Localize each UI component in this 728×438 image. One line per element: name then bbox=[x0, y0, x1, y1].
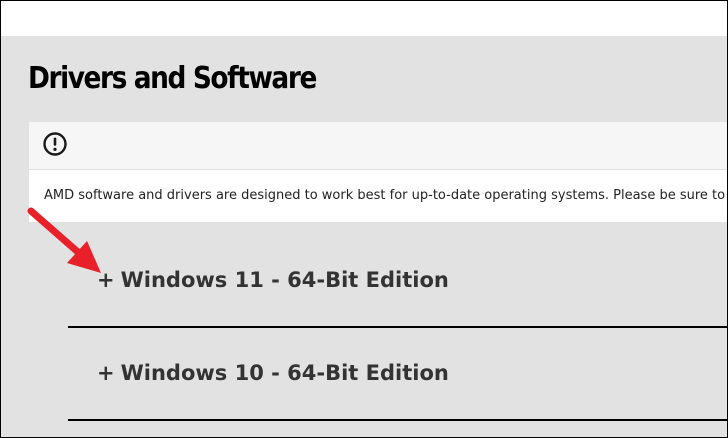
accordion-label: + Windows 11 - 64-Bit Edition bbox=[97, 268, 449, 292]
page-title: Drivers and Software bbox=[28, 61, 317, 96]
accordion-windows-10-64bit[interactable]: + Windows 10 - 64-Bit Edition bbox=[68, 345, 727, 421]
notice-text: AMD software and drivers are designed to… bbox=[44, 188, 726, 203]
plus-icon: + bbox=[97, 361, 115, 385]
red-arrow-annotation bbox=[27, 207, 101, 273]
accordion-label-text: Windows 10 - 64-Bit Edition bbox=[120, 361, 449, 385]
accordion-windows-11-64bit[interactable]: + Windows 11 - 64-Bit Edition bbox=[68, 252, 727, 328]
top-strip bbox=[1, 1, 727, 36]
accordion-label-text: Windows 11 - 64-Bit Edition bbox=[120, 268, 449, 292]
accordion-label: + Windows 10 - 64-Bit Edition bbox=[97, 361, 449, 385]
exclamation-circle-icon bbox=[43, 132, 67, 156]
os-notice-panel: AMD software and drivers are designed to… bbox=[29, 122, 727, 222]
notice-header bbox=[29, 122, 727, 170]
screenshot-frame: Drivers and Software AMD software and dr… bbox=[0, 0, 728, 438]
